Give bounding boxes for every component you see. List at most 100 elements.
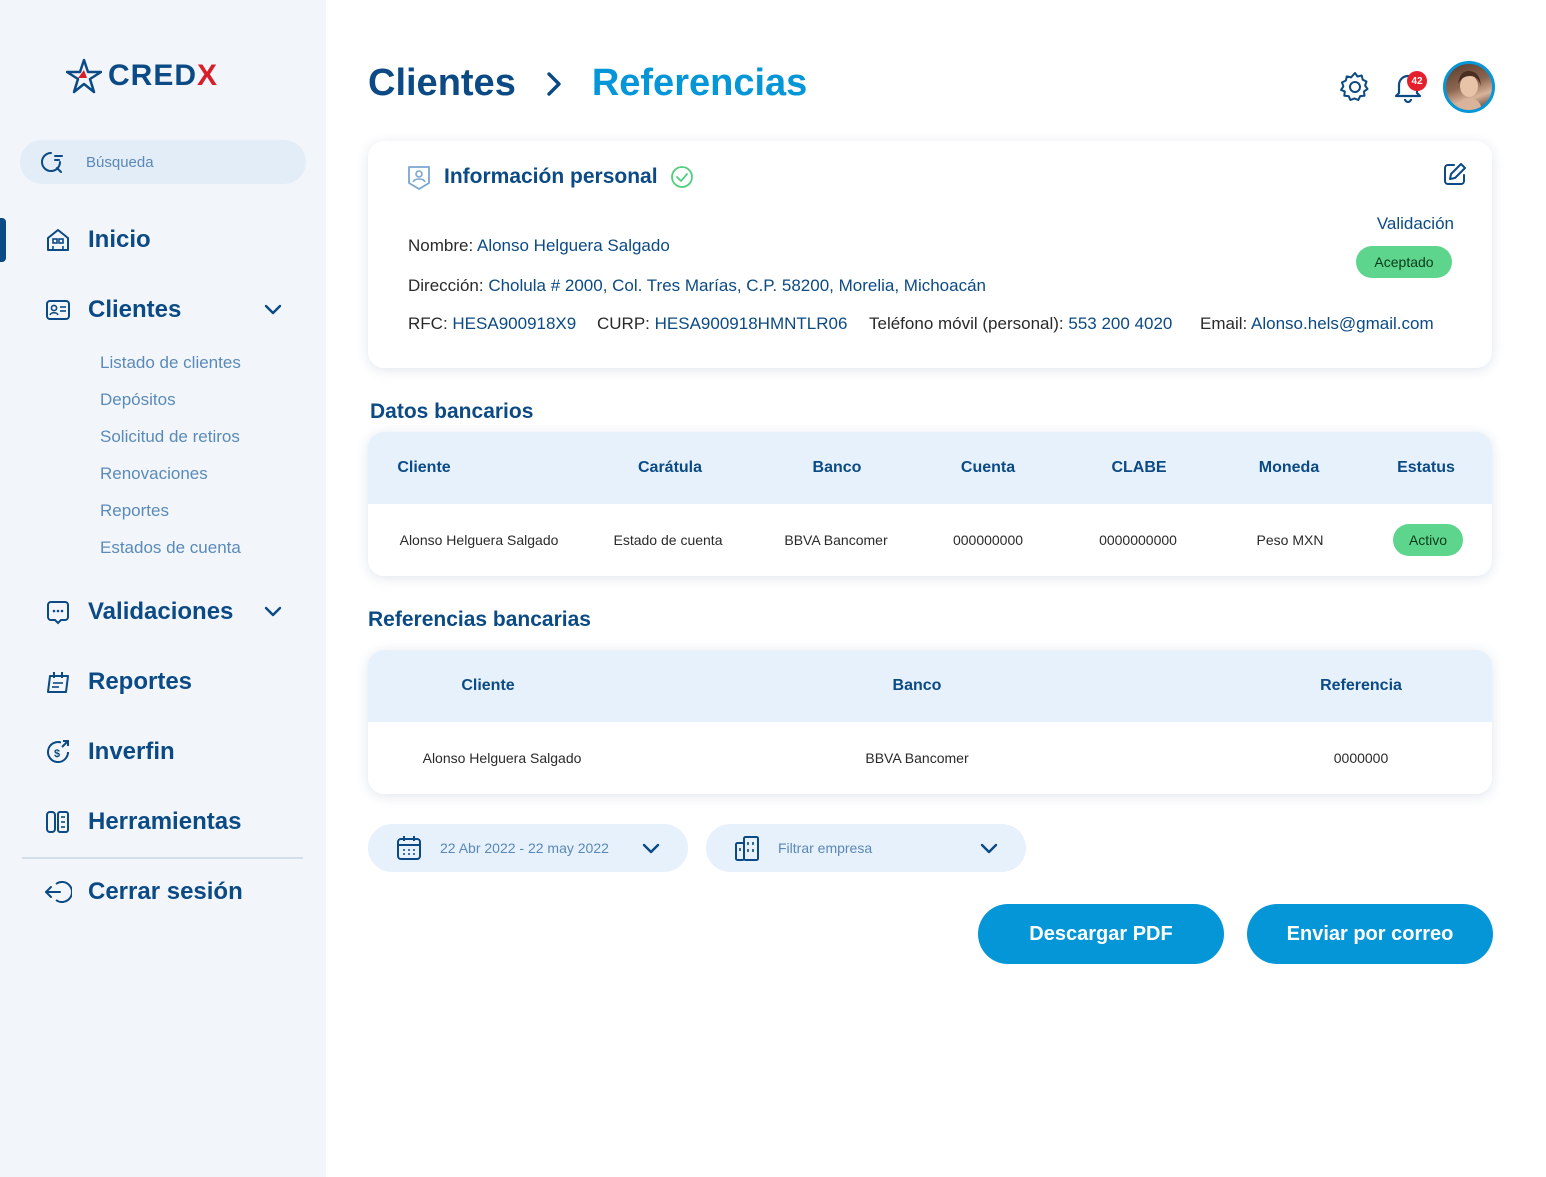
company-filter-select[interactable]: Filtrar empresa xyxy=(706,824,1026,872)
curp-value: HESA900918HMNTLR06 xyxy=(654,314,848,333)
money-icon: $ xyxy=(44,738,72,766)
search-input[interactable] xyxy=(86,153,286,171)
search-bar[interactable] xyxy=(20,140,306,184)
download-pdf-button[interactable]: Descargar PDF xyxy=(978,904,1224,964)
breadcrumb: Clientes Referencias xyxy=(368,62,807,105)
curp-label: CURP: xyxy=(597,314,650,333)
sidebar-item-validaciones[interactable]: Validaciones xyxy=(44,598,233,626)
column-header-banco: Banco xyxy=(812,459,862,476)
datos-bancarios-table: Cliente Carátula Banco Cuenta CLABE Mone… xyxy=(368,432,1492,576)
building-icon xyxy=(735,836,759,861)
sidebar-item-label: Clientes xyxy=(88,296,182,323)
column-header-cliente: Cliente xyxy=(461,677,515,694)
sidebar-item-clientes[interactable]: Clientes xyxy=(44,296,181,324)
logo-text: CREDX xyxy=(108,59,219,92)
referencias-bancarias-table: Cliente Banco Referencia Alonso Helguera… xyxy=(368,650,1492,794)
personal-info-title: Información personal xyxy=(444,165,658,188)
check-circle-icon xyxy=(670,166,693,188)
sidebar-subitem-reportes[interactable]: Reportes xyxy=(100,501,169,521)
column-header-caratula: Carátula xyxy=(637,459,703,476)
credx-logo[interactable]: CREDX xyxy=(66,58,218,94)
nombre-row: Nombre: Alonso Helguera Salgado xyxy=(408,236,670,256)
avatar[interactable] xyxy=(1443,61,1495,113)
sidebar-item-herramientas[interactable]: Herramientas xyxy=(44,808,241,836)
chevron-down-icon[interactable] xyxy=(262,299,284,321)
sidebar-subitem-renovaciones[interactable]: Renovaciones xyxy=(100,464,208,484)
notification-badge: 42 xyxy=(1407,71,1427,91)
referencias-bancarias-title: Referencias bancarias xyxy=(368,608,591,631)
curp-field: CURP: HESA900918HMNTLR06 xyxy=(597,314,847,334)
email-label: Email: xyxy=(1200,314,1248,333)
personal-info-card: Información personal Validación Aceptado… xyxy=(368,141,1492,368)
column-header-banco: Banco xyxy=(892,677,942,694)
logout-icon xyxy=(44,878,72,906)
sidebar-item-label: Cerrar sesión xyxy=(88,878,243,905)
sidebar-item-logout[interactable]: Cerrar sesión xyxy=(44,878,243,906)
table-cell-clabe: 0000000000 xyxy=(1099,532,1177,548)
sidebar-subitem-estados-cuenta[interactable]: Estados de cuenta xyxy=(100,538,241,558)
rfc-value: HESA900918X9 xyxy=(452,314,577,333)
calendar-icon xyxy=(397,836,421,860)
nombre-value: Alonso Helguera Salgado xyxy=(476,236,670,255)
chevron-down-icon[interactable] xyxy=(262,601,284,623)
sidebar-item-inverfin[interactable]: $ Inverfin xyxy=(44,738,175,766)
column-header-estatus: Estatus xyxy=(1397,459,1455,476)
sidebar-item-label: Herramientas xyxy=(88,808,242,835)
email-value[interactable]: Alonso.hels@gmail.com xyxy=(1251,314,1434,333)
telefono-field: Teléfono móvil (personal): 553 200 4020 xyxy=(869,314,1172,334)
sidebar-subitem-depositos[interactable]: Depósitos xyxy=(100,390,176,410)
chevron-down-icon xyxy=(980,843,998,854)
direccion-row: Dirección: Cholula # 2000, Col. Tres Mar… xyxy=(408,276,986,296)
sidebar-item-label: Inicio xyxy=(88,226,151,253)
validation-status-badge: Aceptado xyxy=(1356,246,1452,278)
table-cell-moneda: Peso MXN xyxy=(1256,532,1324,548)
direccion-label: Dirección: xyxy=(408,276,484,295)
column-header-clabe: CLABE xyxy=(1111,459,1167,476)
date-range-value: 22 Abr 2022 - 22 may 2022 xyxy=(440,840,609,856)
table-header xyxy=(368,432,1492,504)
rfc-field: RFC: HESA900918X9 xyxy=(408,314,576,334)
telefono-value: 553 200 4020 xyxy=(1068,314,1173,333)
datos-bancarios-title: Datos bancarios xyxy=(370,400,534,423)
validation-label: Validación xyxy=(1376,214,1454,233)
validation-icon xyxy=(44,598,72,626)
column-header-cliente: Cliente xyxy=(397,459,451,476)
sidebar-divider xyxy=(22,857,303,859)
table-cell-cuenta: 000000000 xyxy=(952,532,1024,548)
status-badge: Activo xyxy=(1393,524,1463,556)
tools-icon xyxy=(44,808,72,836)
table-cell-caratula[interactable]: Estado de cuenta xyxy=(614,504,723,576)
page-title: Referencias xyxy=(591,62,808,104)
chevron-down-icon xyxy=(642,843,660,854)
report-icon xyxy=(44,668,72,696)
telefono-label: Teléfono móvil (personal): xyxy=(869,314,1064,333)
table-cell-cliente: Alonso Helguera Salgado xyxy=(399,532,559,548)
table-cell-banco: BBVA Bancomer xyxy=(865,750,969,766)
column-header-cuenta: Cuenta xyxy=(960,459,1016,476)
avatar-face xyxy=(1456,70,1482,110)
send-email-button[interactable]: Enviar por correo xyxy=(1247,904,1493,964)
edit-icon[interactable] xyxy=(1442,161,1468,187)
breadcrumb-parent[interactable]: Clientes xyxy=(368,62,516,105)
column-header-referencia: Referencia xyxy=(1320,677,1402,694)
sidebar-subitem-solicitud-retiros[interactable]: Solicitud de retiros xyxy=(100,427,240,447)
user-shield-icon xyxy=(408,166,430,190)
sidebar-subitem-listado-clientes[interactable]: Listado de clientes xyxy=(100,353,241,373)
sidebar: CREDX Inicio Clientes Listado de cliente… xyxy=(0,0,326,1177)
date-range-select[interactable]: 22 Abr 2022 - 22 may 2022 xyxy=(368,824,688,872)
table-cell-referencia: 0000000 xyxy=(1333,750,1389,766)
id-card-icon xyxy=(44,296,72,324)
home-icon xyxy=(44,226,72,254)
star-icon xyxy=(66,58,102,94)
sidebar-item-inicio[interactable]: Inicio xyxy=(44,226,151,254)
nombre-label: Nombre: xyxy=(408,236,474,255)
company-filter-placeholder: Filtrar empresa xyxy=(778,840,873,856)
sidebar-item-label: Reportes xyxy=(88,668,193,695)
sidebar-item-label: Inverfin xyxy=(88,738,175,765)
chevron-right-icon xyxy=(547,71,561,96)
search-icon xyxy=(41,152,63,173)
table-cell-banco: BBVA Bancomer xyxy=(784,532,888,548)
active-indicator xyxy=(0,218,6,262)
gear-icon[interactable] xyxy=(1338,70,1372,104)
sidebar-item-reportes[interactable]: Reportes xyxy=(44,668,192,696)
